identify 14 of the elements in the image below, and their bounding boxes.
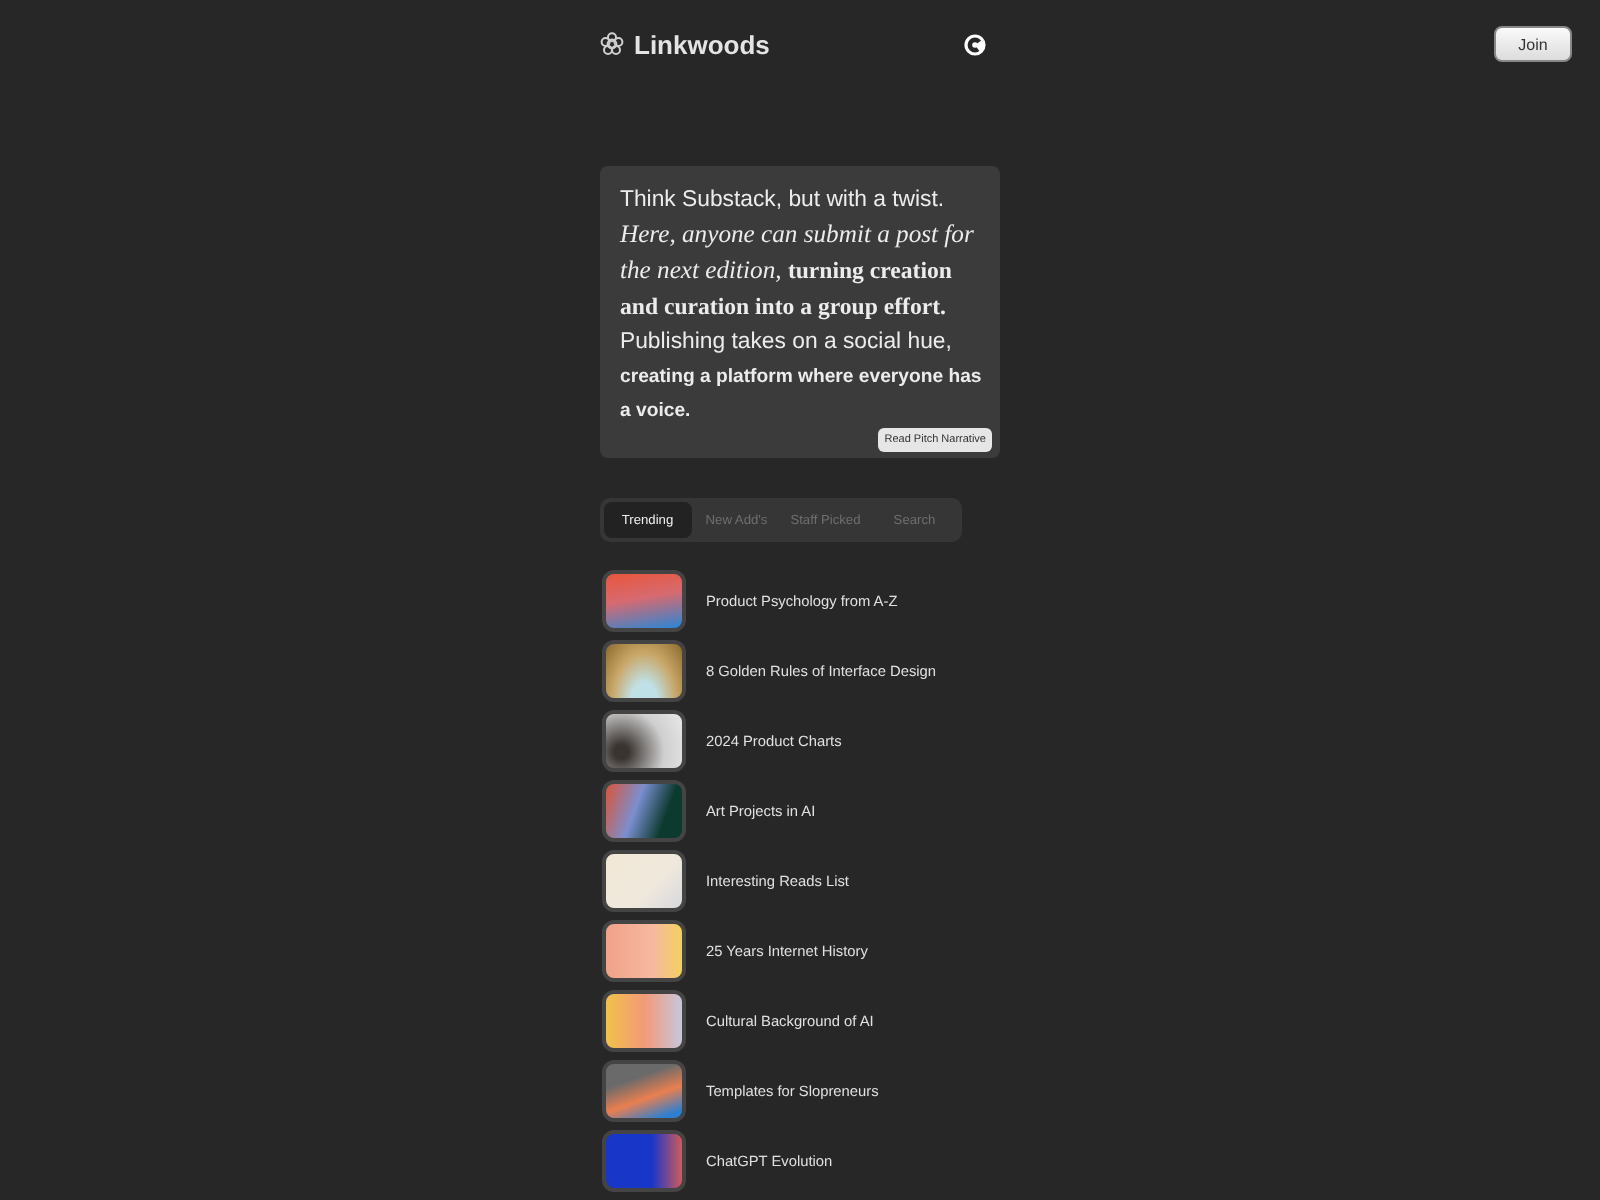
gradient-thumbnail: [602, 1060, 686, 1122]
gradient-thumbnail: [602, 920, 686, 982]
gradient-thumbnail: [602, 1130, 686, 1192]
gradient-thumbnail: [602, 570, 686, 632]
gradient-thumbnail: [602, 640, 686, 702]
gradient-thumbnail: [602, 850, 686, 912]
flower-logo-icon: [600, 32, 624, 56]
join-button[interactable]: Join: [1494, 26, 1572, 62]
gradient-thumbnail: [602, 990, 686, 1052]
pitch-text: Think Substack, but with a twist. Here, anyone can submit a post for the next edition, turning creation and curation into a group effort. Publishing takes on a social hue, creating a platform where everyone has a voice.: [620, 186, 984, 426]
gradient-thumbnail: [602, 710, 686, 772]
theme-toggle-icon[interactable]: [964, 33, 986, 55]
brand-name: Linkwoods: [634, 29, 770, 59]
gradient-thumbnail: [602, 780, 686, 842]
